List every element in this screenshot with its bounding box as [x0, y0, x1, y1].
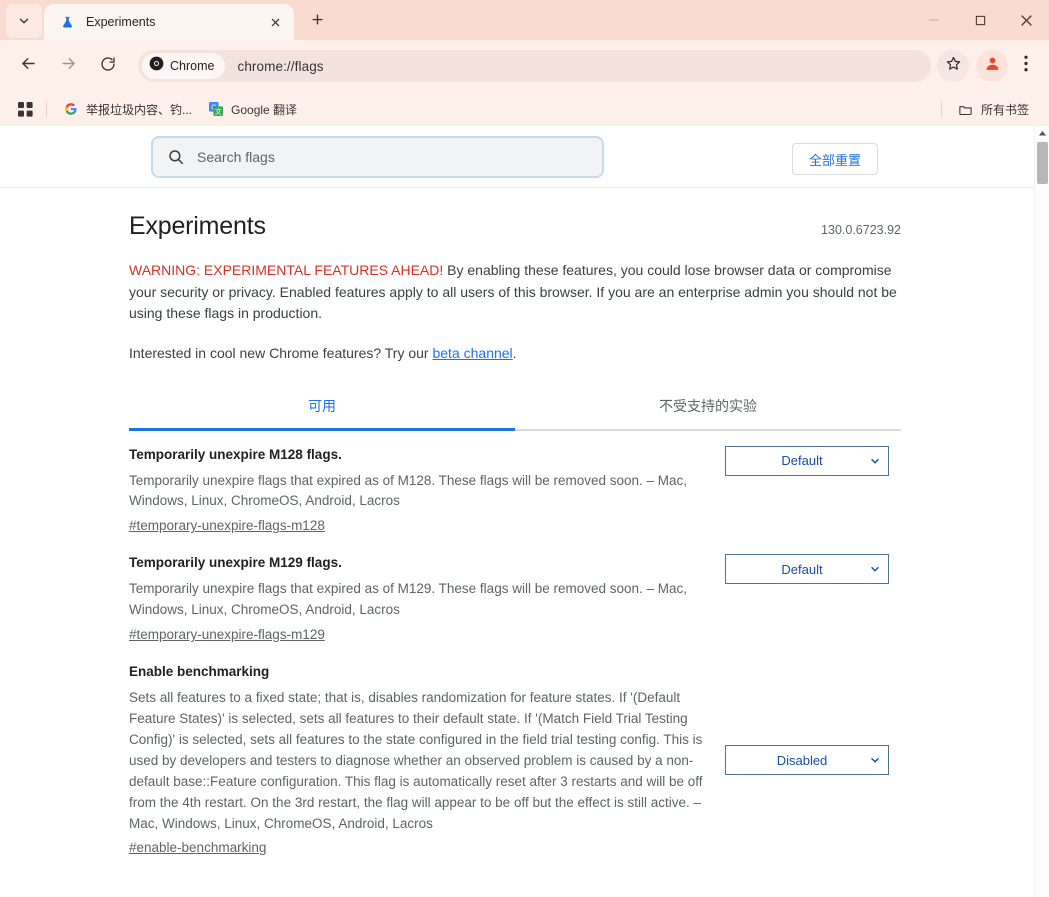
new-tab-button[interactable] [302, 7, 332, 37]
chrome-chip-label: Chrome [170, 59, 215, 73]
flag-row: Enable benchmarking Sets all features to… [129, 648, 901, 861]
maximize-button[interactable] [957, 0, 1003, 40]
beta-channel-line: Interested in cool new Chrome features? … [129, 345, 901, 361]
bookmark-divider [46, 101, 47, 117]
vertical-scrollbar[interactable] [1034, 126, 1049, 897]
minimize-button[interactable] [911, 0, 957, 40]
flag-control: Disabled [725, 745, 889, 776]
reset-all-button[interactable]: 全部重置 [791, 143, 878, 175]
google-g-icon [63, 101, 79, 117]
flag-state-select[interactable]: Disabled [725, 745, 889, 776]
flag-permalink[interactable]: #temporary-unexpire-flags-m129 [129, 627, 325, 642]
flag-permalink[interactable]: #enable-benchmarking [129, 840, 266, 855]
flag-description: Sets all features to a fixed state; that… [129, 690, 703, 831]
bookmark-divider-right [940, 101, 942, 117]
page-title-row: Experiments 130.0.6723.92 [129, 212, 901, 241]
flag-row: Temporarily unexpire M129 flags. Tempora… [129, 539, 901, 648]
arrow-left-icon [19, 54, 38, 78]
all-bookmarks-area: 所有书签 [933, 98, 1037, 121]
flag-name: Temporarily unexpire M129 flags. [129, 555, 342, 571]
chrome-logo-icon [149, 56, 164, 76]
tab-search-button[interactable] [6, 4, 42, 38]
scroll-up-arrow-icon[interactable] [1035, 126, 1049, 141]
three-dot-menu-icon [1024, 55, 1028, 77]
omnibox[interactable]: Chrome chrome://flags [138, 50, 931, 82]
plus-icon [310, 12, 325, 32]
tab-available[interactable]: 可用 [129, 388, 515, 431]
star-icon [945, 55, 962, 77]
search-input[interactable] [197, 149, 588, 165]
bookmark-star-button[interactable] [937, 50, 969, 82]
tab-title: Experiments [86, 15, 156, 29]
flags-tabs: 可用 不受支持的实验 [129, 388, 901, 431]
bookmark-label: 举报垃圾内容、钓... [86, 102, 193, 117]
all-bookmarks-button[interactable]: 所有书签 [950, 98, 1037, 121]
tab-experiments[interactable]: Experiments [44, 4, 294, 40]
flags-search-header: 全部重置 [0, 126, 1034, 188]
forward-button[interactable] [51, 49, 85, 83]
reload-icon [99, 55, 117, 78]
flag-description: Temporarily unexpire flags that expired … [129, 581, 688, 618]
beta-suffix: . [512, 344, 517, 361]
bookmark-label: Google 翻译 [231, 102, 298, 117]
search-icon [167, 148, 185, 166]
flag-state-select[interactable]: Default [725, 445, 889, 476]
flag-info: Temporarily unexpire M128 flags. Tempora… [129, 446, 725, 536]
scrollbar-thumb[interactable] [1037, 142, 1048, 184]
flag-permalink[interactable]: #temporary-unexpire-flags-m128 [129, 518, 325, 533]
version-label: 130.0.6723.92 [821, 223, 901, 237]
flag-description: Temporarily unexpire flags that expired … [129, 472, 688, 509]
svg-text:文: 文 [215, 107, 222, 116]
flag-name: Temporarily unexpire M128 flags. [129, 446, 342, 462]
close-icon[interactable] [264, 11, 286, 33]
all-bookmarks-label: 所有书签 [980, 102, 1029, 117]
flag-info: Enable benchmarking Sets all features to… [129, 663, 725, 857]
flag-control: Default [725, 445, 889, 476]
beta-prefix: Interested in cool new Chrome features? … [129, 344, 433, 361]
flag-control: Default [725, 554, 889, 585]
bookmark-item-spam-report[interactable]: 举报垃圾内容、钓... [55, 98, 200, 121]
flags-content: Experiments 130.0.6723.92 WARNING: EXPER… [0, 188, 1034, 861]
omnibox-url-text: chrome://flags [237, 58, 324, 74]
page-viewport: 全部重置 Experiments 130.0.6723.92 WARNING: … [0, 126, 1049, 897]
flag-name: Enable benchmarking [129, 664, 270, 680]
profile-avatar-icon [983, 54, 1002, 78]
warning-strong: WARNING: EXPERIMENTAL FEATURES AHEAD! [129, 262, 444, 278]
bookmark-item-google-translate[interactable]: G文 Google 翻译 [200, 98, 305, 121]
chevron-down-icon [17, 14, 31, 28]
browser-window: Experiments Chrome chrome://flags 举报垃圾内容… [0, 0, 1049, 897]
browser-toolbar: Chrome chrome://flags [0, 40, 1049, 92]
flag-state-select[interactable]: Default [725, 554, 889, 585]
browser-menu-button[interactable] [1011, 50, 1041, 82]
page-title: Experiments [129, 212, 266, 240]
flags-page: 全部重置 Experiments 130.0.6723.92 WARNING: … [0, 126, 1034, 897]
bookmark-bar: 举报垃圾内容、钓... G文 Google 翻译 所有书签 [0, 92, 1049, 126]
search-flags-container[interactable] [151, 136, 604, 178]
beta-channel-link[interactable]: beta channel [432, 345, 512, 361]
google-translate-icon: G文 [208, 101, 224, 117]
folder-icon [958, 101, 974, 117]
flask-icon [58, 13, 76, 31]
tab-unsupported[interactable]: 不受支持的实验 [515, 388, 901, 429]
toolbar-actions [937, 50, 1041, 82]
window-controls [911, 0, 1049, 40]
warning-text: WARNING: EXPERIMENTAL FEATURES AHEAD! By… [129, 260, 901, 325]
close-button[interactable] [1003, 0, 1049, 40]
flag-info: Temporarily unexpire M129 flags. Tempora… [129, 554, 725, 644]
arrow-right-icon [59, 54, 78, 78]
apps-grid-icon[interactable] [12, 97, 38, 121]
back-button[interactable] [11, 49, 45, 83]
tab-strip: Experiments [0, 0, 1049, 40]
avatar[interactable] [976, 50, 1008, 82]
reload-button[interactable] [91, 49, 125, 83]
flag-row: Temporarily unexpire M128 flags. Tempora… [129, 431, 901, 540]
omnibox-chrome-chip: Chrome [142, 53, 226, 79]
